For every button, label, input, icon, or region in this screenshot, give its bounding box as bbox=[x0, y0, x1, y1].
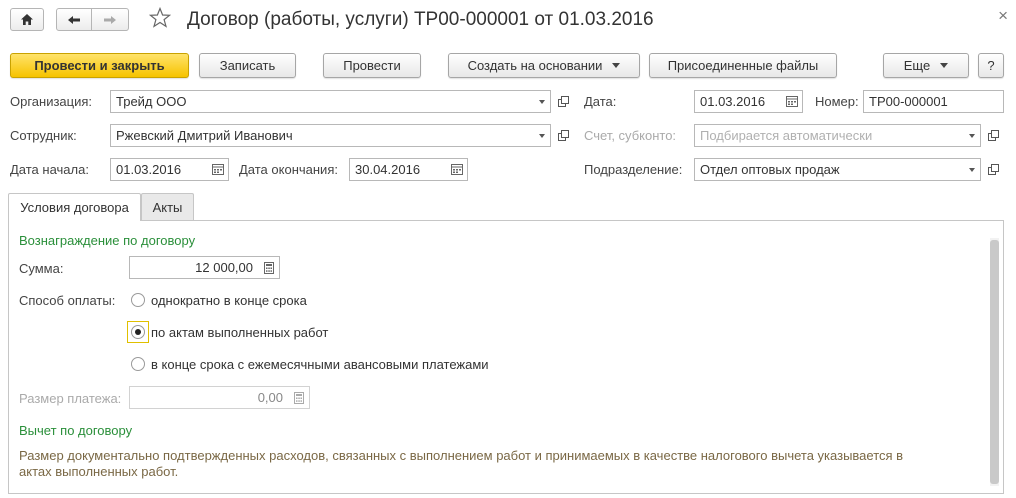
number-label: Номер: bbox=[815, 94, 859, 109]
radio-monthly-advance-label: в конце срока с ежемесячными авансовыми … bbox=[151, 357, 489, 372]
dropdown-icon bbox=[538, 133, 545, 138]
create-based-on-label: Создать на основании bbox=[467, 58, 603, 73]
open-link-icon bbox=[557, 130, 569, 141]
calendar-icon bbox=[450, 164, 463, 175]
date-label: Дата: bbox=[584, 94, 617, 109]
back-arrow-icon bbox=[68, 15, 80, 24]
amount-calculator-button[interactable] bbox=[258, 256, 280, 279]
scrollbar-thumb[interactable] bbox=[990, 240, 999, 484]
employee-dropdown-button[interactable] bbox=[533, 124, 551, 147]
end-date-label: Дата окончания: bbox=[239, 162, 338, 177]
employee-label: Сотрудник: bbox=[10, 128, 77, 143]
organization-label: Организация: bbox=[10, 94, 93, 109]
payment-size-label: Размер платежа: bbox=[19, 391, 122, 406]
number-field[interactable]: ТР00-000001 bbox=[863, 90, 1004, 113]
open-link-icon bbox=[557, 96, 569, 107]
account-label: Счет, субконто: bbox=[584, 128, 677, 143]
payment-method-label: Способ оплаты: bbox=[19, 293, 116, 308]
create-based-on-button[interactable]: Создать на основании bbox=[448, 53, 640, 78]
home-icon bbox=[21, 14, 33, 25]
account-dropdown-button[interactable] bbox=[963, 124, 981, 147]
amount-label: Сумма: bbox=[19, 261, 64, 276]
calendar-icon bbox=[785, 96, 798, 107]
organization-field[interactable]: Трейд ООО bbox=[110, 90, 534, 113]
payment-size-value: 0,00 bbox=[257, 390, 283, 405]
amount-value: 12 000,00 bbox=[195, 260, 253, 275]
radio-once-at-end-label: однократно в конце срока bbox=[151, 293, 307, 308]
employee-field[interactable]: Ржевский Дмитрий Иванович bbox=[110, 124, 534, 147]
organization-open-button[interactable] bbox=[553, 90, 573, 113]
department-dropdown-button[interactable] bbox=[963, 158, 981, 181]
tab-acts[interactable]: Акты bbox=[141, 193, 194, 220]
department-label: Подразделение: bbox=[584, 162, 683, 177]
dropdown-icon bbox=[968, 133, 975, 138]
account-open-button[interactable] bbox=[983, 124, 1003, 147]
dropdown-icon bbox=[538, 99, 545, 104]
deduction-section-title: Вычет по договору bbox=[19, 423, 133, 438]
more-label: Еще bbox=[903, 58, 931, 73]
radio-by-acts-label: по актам выполненных работ bbox=[151, 325, 329, 340]
amount-field[interactable]: 12 000,00 bbox=[129, 256, 259, 279]
employee-open-button[interactable] bbox=[553, 124, 573, 147]
deduction-description: Размер документально подтвержденных расх… bbox=[19, 448, 904, 479]
page-title: Договор (работы, услуги) ТР00-000001 от … bbox=[187, 9, 654, 30]
payment-size-field[interactable]: 0,00 bbox=[129, 386, 289, 409]
post-and-close-button[interactable]: Провести и закрыть bbox=[10, 53, 189, 78]
dropdown-icon bbox=[968, 167, 975, 172]
dropdown-icon bbox=[940, 63, 949, 68]
date-field[interactable]: 01.03.2016 bbox=[694, 90, 782, 113]
department-open-button[interactable] bbox=[983, 158, 1003, 181]
post-button[interactable]: Провести bbox=[323, 53, 421, 78]
attached-files-button[interactable]: Присоединенные файлы bbox=[649, 53, 837, 78]
calculator-icon bbox=[263, 261, 274, 274]
open-link-icon bbox=[987, 164, 999, 175]
account-field[interactable]: Подбирается автоматически bbox=[694, 124, 964, 147]
radio-monthly-advance[interactable] bbox=[131, 357, 145, 371]
date-calendar-button[interactable] bbox=[781, 90, 803, 113]
department-field[interactable]: Отдел оптовых продаж bbox=[694, 158, 964, 181]
favorite-star-icon bbox=[148, 6, 172, 28]
radio-by-acts[interactable] bbox=[131, 325, 145, 339]
forward-button[interactable] bbox=[91, 8, 129, 31]
reward-section-title: Вознаграждение по договору bbox=[19, 233, 196, 248]
organization-dropdown-button[interactable] bbox=[533, 90, 551, 113]
more-button[interactable]: Еще bbox=[883, 53, 969, 78]
end-date-field[interactable]: 30.04.2016 bbox=[349, 158, 447, 181]
favorite-button[interactable] bbox=[148, 6, 172, 32]
start-date-label: Дата начала: bbox=[10, 162, 89, 177]
start-date-field[interactable]: 01.03.2016 bbox=[110, 158, 208, 181]
end-date-calendar-button[interactable] bbox=[446, 158, 468, 181]
close-icon[interactable]: × bbox=[998, 6, 1008, 26]
forward-arrow-icon bbox=[104, 15, 116, 24]
calculator-icon bbox=[293, 391, 304, 404]
tab-contract-terms[interactable]: Условия договора bbox=[8, 193, 141, 221]
radio-once-at-end[interactable] bbox=[131, 293, 145, 307]
start-date-calendar-button[interactable] bbox=[207, 158, 229, 181]
calendar-icon bbox=[211, 164, 224, 175]
back-button[interactable] bbox=[56, 8, 92, 31]
open-link-icon bbox=[987, 130, 999, 141]
home-button[interactable] bbox=[10, 8, 44, 31]
save-button[interactable]: Записать bbox=[199, 53, 296, 78]
payment-size-calculator-button[interactable] bbox=[288, 386, 310, 409]
dropdown-icon bbox=[612, 63, 621, 68]
help-button[interactable]: ? bbox=[978, 53, 1004, 78]
